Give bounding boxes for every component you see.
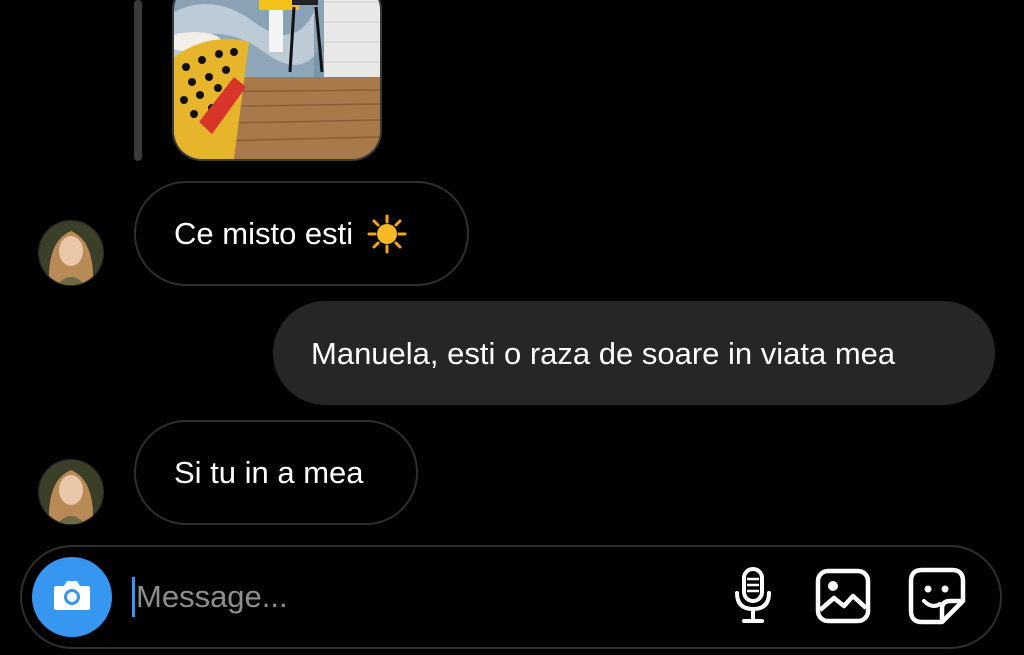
camera-icon — [52, 578, 92, 617]
sticker-icon — [908, 567, 966, 630]
camera-button[interactable] — [32, 557, 112, 637]
sticker-button[interactable] — [908, 567, 966, 630]
message-bubble-outgoing[interactable]: Manuela, esti o raza de soare in viata m… — [273, 301, 995, 405]
message-bubble-incoming[interactable]: Ce misto esti — [134, 181, 469, 286]
message-text: Manuela, esti o raza de soare in viata m… — [311, 335, 896, 371]
message-input[interactable] — [136, 565, 696, 629]
message-bubble-incoming[interactable]: Si tu in a mea — [134, 420, 418, 525]
shared-photo[interactable] — [172, 0, 382, 161]
message-composer — [20, 545, 1002, 649]
reply-indicator-bar — [134, 0, 142, 161]
microphone-icon — [733, 566, 773, 630]
gallery-button[interactable] — [814, 568, 872, 629]
message-text: Ce misto esti — [174, 216, 354, 251]
sun-emoji-icon — [367, 214, 407, 254]
gallery-icon — [815, 568, 871, 629]
avatar[interactable] — [38, 459, 104, 525]
avatar[interactable] — [38, 220, 104, 286]
voice-message-button[interactable] — [724, 566, 782, 630]
message-text: Si tu in a mea — [174, 455, 364, 490]
text-cursor — [132, 577, 135, 617]
